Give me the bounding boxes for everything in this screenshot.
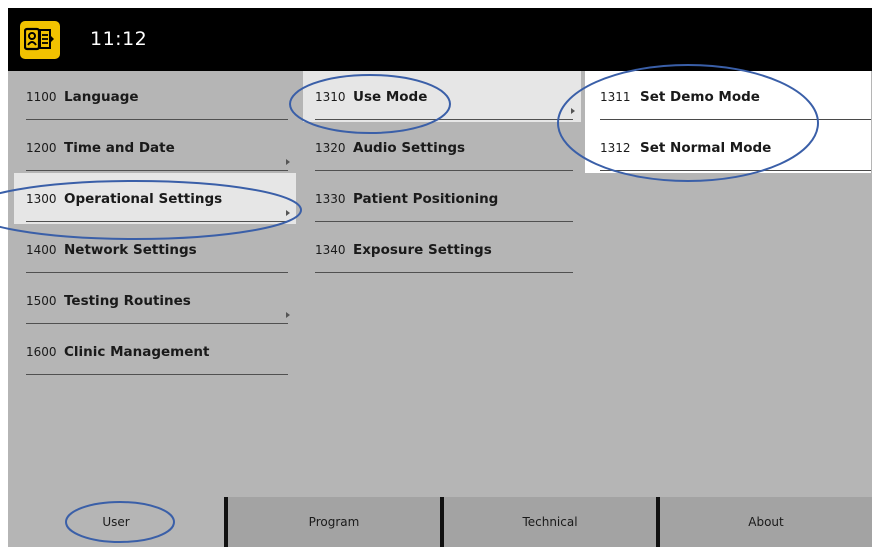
chevron-right-icon bbox=[286, 312, 290, 318]
item-number: 1500 bbox=[26, 294, 57, 308]
item-label: Operational Settings bbox=[64, 191, 223, 207]
menu-item-set-normal-mode[interactable]: 1312 Set Normal Mode bbox=[585, 122, 871, 173]
divider bbox=[600, 170, 871, 171]
chevron-right-icon bbox=[286, 210, 290, 216]
item-number: 1330 bbox=[315, 192, 346, 206]
item-label: Language bbox=[64, 89, 139, 105]
item-number: 1300 bbox=[26, 192, 57, 206]
device-screen: 11:12 1100 Language 1200 Time and Date 1… bbox=[8, 8, 872, 547]
divider bbox=[26, 323, 288, 324]
item-number: 1200 bbox=[26, 141, 57, 155]
item-label: Set Normal Mode bbox=[640, 140, 772, 156]
item-label: Use Mode bbox=[353, 89, 428, 105]
divider bbox=[315, 119, 573, 120]
item-number: 1600 bbox=[26, 345, 57, 359]
top-bar: 11:12 bbox=[8, 8, 872, 71]
patient-id-icon[interactable] bbox=[20, 21, 60, 59]
item-number: 1400 bbox=[26, 243, 57, 257]
menu-item-time-and-date[interactable]: 1200 Time and Date bbox=[14, 122, 296, 173]
divider bbox=[600, 119, 871, 120]
menu-item-testing-routines[interactable]: 1500 Testing Routines bbox=[14, 275, 296, 326]
menu-item-clinic-management[interactable]: 1600 Clinic Management bbox=[14, 326, 296, 377]
item-label: Clinic Management bbox=[64, 344, 210, 360]
menu-item-audio-settings[interactable]: 1320 Audio Settings bbox=[303, 122, 581, 173]
menu-level-1: 1100 Language 1200 Time and Date 1300 Op… bbox=[14, 71, 296, 496]
clock-time: 11:12 bbox=[90, 28, 148, 50]
tab-about[interactable]: About bbox=[660, 497, 872, 547]
menu-level-2: 1310 Use Mode 1320 Audio Settings 1330 P… bbox=[303, 71, 581, 496]
chevron-right-icon bbox=[571, 108, 575, 114]
divider bbox=[26, 119, 288, 120]
divider bbox=[26, 170, 288, 171]
divider bbox=[315, 170, 573, 171]
divider bbox=[315, 221, 573, 222]
item-label: Patient Positioning bbox=[353, 191, 499, 207]
menu-item-set-demo-mode[interactable]: 1311 Set Demo Mode bbox=[585, 71, 871, 122]
tab-technical[interactable]: Technical bbox=[444, 497, 656, 547]
tab-user[interactable]: User bbox=[8, 497, 224, 547]
item-label: Network Settings bbox=[64, 242, 197, 258]
item-number: 1311 bbox=[600, 90, 631, 104]
item-number: 1310 bbox=[315, 90, 346, 104]
item-number: 1100 bbox=[26, 90, 57, 104]
divider bbox=[26, 374, 288, 375]
menu-level-3: 1311 Set Demo Mode 1312 Set Normal Mode bbox=[585, 71, 871, 496]
item-label: Testing Routines bbox=[64, 293, 191, 309]
menu-item-exposure-settings[interactable]: 1340 Exposure Settings bbox=[303, 224, 581, 275]
item-number: 1312 bbox=[600, 141, 631, 155]
menu-item-operational-settings[interactable]: 1300 Operational Settings bbox=[14, 173, 296, 224]
item-number: 1320 bbox=[315, 141, 346, 155]
bottom-tab-bar: User Program Technical About bbox=[8, 497, 872, 547]
item-label: Exposure Settings bbox=[353, 242, 492, 258]
tab-program[interactable]: Program bbox=[228, 497, 440, 547]
menu-item-language[interactable]: 1100 Language bbox=[14, 71, 296, 122]
chevron-right-icon bbox=[286, 159, 290, 165]
menu-item-patient-positioning[interactable]: 1330 Patient Positioning bbox=[303, 173, 581, 224]
item-label: Time and Date bbox=[64, 140, 175, 156]
divider bbox=[26, 272, 288, 273]
menu-item-network-settings[interactable]: 1400 Network Settings bbox=[14, 224, 296, 275]
item-number: 1340 bbox=[315, 243, 346, 257]
item-label: Audio Settings bbox=[353, 140, 466, 156]
item-label: Set Demo Mode bbox=[640, 89, 760, 105]
divider bbox=[315, 272, 573, 273]
divider bbox=[26, 221, 288, 222]
menu-item-use-mode[interactable]: 1310 Use Mode bbox=[303, 71, 581, 122]
